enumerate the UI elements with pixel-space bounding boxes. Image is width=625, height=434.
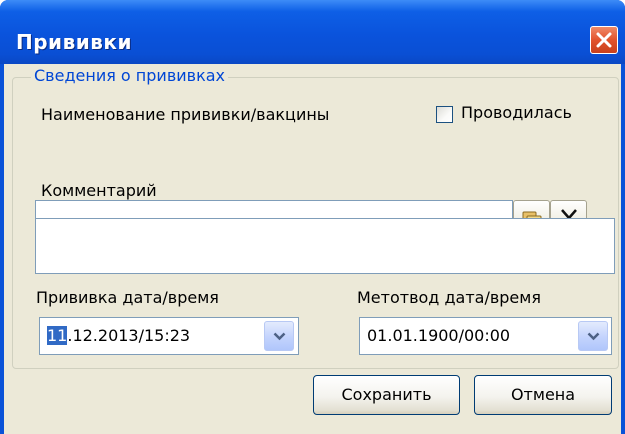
vaccination-date-selected: 11 bbox=[47, 326, 68, 345]
dialog-window: Прививки Сведения о прививках Наименован… bbox=[0, 0, 625, 434]
chevron-down-icon bbox=[587, 332, 600, 341]
window-title: Прививки bbox=[16, 30, 132, 54]
close-button[interactable] bbox=[590, 26, 618, 54]
title-bar[interactable]: Прививки bbox=[0, 0, 625, 64]
vaccination-date-dropdown[interactable] bbox=[264, 321, 294, 351]
comment-label: Комментарий bbox=[41, 181, 157, 200]
exemption-date-label: Метотвод дата/время bbox=[357, 288, 541, 307]
save-button[interactable]: Сохранить bbox=[313, 375, 460, 415]
vaccination-date-label: Прививка дата/время bbox=[36, 288, 219, 307]
vaccination-date-value: 11.12.2013/15:23 bbox=[47, 326, 191, 345]
performed-label: Проводилась bbox=[461, 103, 572, 122]
exemption-date-combo[interactable]: 01.01.1900/00:00 bbox=[359, 317, 612, 355]
comment-field[interactable] bbox=[35, 218, 615, 274]
chevron-down-icon bbox=[273, 332, 286, 341]
exemption-date-dropdown[interactable] bbox=[578, 321, 608, 351]
exemption-date-value: 01.01.1900/00:00 bbox=[367, 326, 511, 345]
close-icon bbox=[596, 32, 612, 48]
cancel-button[interactable]: Отмена bbox=[474, 375, 612, 415]
vaccination-date-combo[interactable]: 11.12.2013/15:23 bbox=[39, 317, 299, 355]
group-legend: Сведения о прививках bbox=[31, 67, 229, 85]
performed-checkbox[interactable] bbox=[436, 106, 453, 123]
vaccine-name-label: Наименование прививки/вакцины bbox=[41, 105, 330, 124]
vaccination-date-rest: .12.2013/15:23 bbox=[67, 326, 191, 345]
